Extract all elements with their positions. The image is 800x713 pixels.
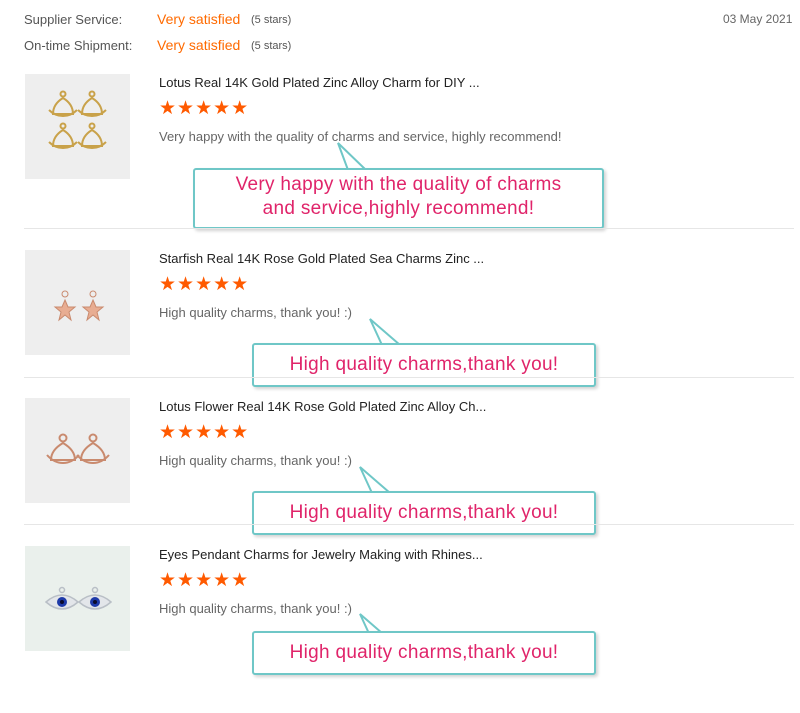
gold-lotus-charms-icon [25,74,130,179]
review-text: High quality charms, thank you! :) [159,601,352,616]
shipment-stars: (5 stars) [251,40,292,52]
divider [24,377,794,378]
product-thumbnail[interactable] [25,250,130,355]
supplier-service-stars: (5 stars) [251,14,292,26]
review-callout: High quality charms,thank you! [252,343,596,387]
product-title-link[interactable]: Starfish Real 14K Rose Gold Plated Sea C… [159,251,484,266]
divider [24,228,794,229]
review-date: 03 May 2021 [723,12,793,26]
callout-line: Very happy with the quality of charms [235,174,562,195]
shipment-value: Very satisfied [157,37,241,53]
rating-stars: ★★★★★ [159,274,250,295]
rose-gold-lotus-charms-icon [25,398,130,503]
review-text: High quality charms, thank you! :) [159,305,352,320]
product-thumbnail[interactable] [25,74,130,179]
callout-line: and service,highly recommend! [262,198,535,219]
supplier-service-label: Supplier Service: [24,12,123,27]
review-callout: High quality charms,thank you! [252,491,596,535]
divider [24,524,794,525]
supplier-service-value: Very satisfied [157,11,241,27]
product-thumbnail[interactable] [25,546,130,651]
rating-stars: ★★★★★ [159,570,250,591]
review-callout: Very happy with the quality of charms an… [193,168,604,229]
rating-stars: ★★★★★ [159,422,250,443]
review-text: High quality charms, thank you! :) [159,453,352,468]
rating-stars: ★★★★★ [159,98,250,119]
evil-eye-rhinestone-charms-icon [25,546,130,651]
shipment-label: On-time Shipment: [24,38,133,53]
product-thumbnail[interactable] [25,398,130,503]
product-title-link[interactable]: Eyes Pendant Charms for Jewelry Making w… [159,547,483,562]
review-callout: High quality charms,thank you! [252,631,596,675]
rose-gold-starfish-charms-icon [25,250,130,355]
product-title-link[interactable]: Lotus Real 14K Gold Plated Zinc Alloy Ch… [159,75,480,90]
product-title-link[interactable]: Lotus Flower Real 14K Rose Gold Plated Z… [159,399,486,414]
